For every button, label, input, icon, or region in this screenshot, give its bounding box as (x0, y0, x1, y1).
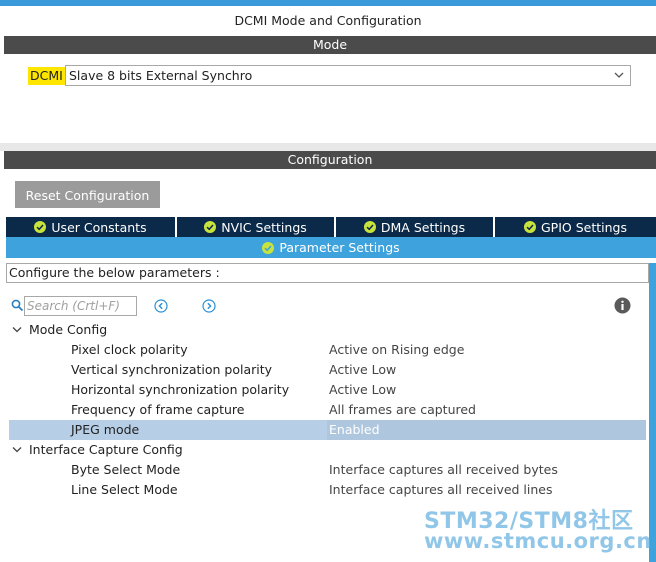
section-divider (0, 143, 656, 151)
peripheral-label: DCMI (28, 67, 65, 85)
configuration-section-header: Configuration (4, 151, 656, 169)
group-interface-capture-config[interactable]: Interface Capture Config (9, 440, 646, 460)
check-circle-icon (34, 221, 47, 233)
param-value: Interface captures all received bytes (329, 462, 558, 477)
group-label: Interface Capture Config (29, 442, 183, 457)
param-name: Vertical synchronization polarity (71, 362, 273, 377)
param-value: All frames are captured (329, 402, 476, 417)
tab-user-constants[interactable]: User Constants (6, 217, 177, 237)
configure-hint: Configure the below parameters : (6, 263, 649, 283)
next-match-icon[interactable] (202, 299, 216, 313)
param-value: Active Low (329, 362, 397, 377)
param-name: Byte Select Mode (71, 462, 181, 477)
param-name: Horizontal synchronization polarity (71, 382, 290, 397)
param-value[interactable]: Enabled (329, 420, 380, 440)
tab-label: GPIO Settings (541, 219, 627, 235)
chevron-down-icon (12, 327, 22, 333)
tab-label: NVIC Settings (221, 219, 307, 235)
search-icon (11, 299, 24, 312)
vertical-scrollbar[interactable] (649, 263, 656, 562)
chevron-down-icon (614, 72, 624, 78)
param-name: JPEG mode (71, 422, 140, 437)
chevron-down-icon (12, 447, 22, 453)
tab-label: Parameter Settings (279, 240, 400, 255)
param-row[interactable]: Byte Select Mode Interface captures all … (9, 460, 646, 480)
param-row[interactable]: Horizontal synchronization polarity Acti… (9, 380, 646, 400)
info-icon[interactable] (614, 297, 631, 314)
check-circle-icon (363, 221, 376, 233)
mode-dropdown-value: Slave 8 bits External Synchro (69, 68, 253, 83)
page-title: DCMI Mode and Configuration (234, 13, 422, 28)
param-row-selected[interactable]: JPEG mode Enabled (9, 420, 646, 440)
reset-configuration-button[interactable]: Reset Configuration (15, 181, 160, 208)
mode-section-header: Mode (4, 36, 656, 54)
group-mode-config[interactable]: Mode Config (9, 320, 646, 340)
tab-dma-settings[interactable]: DMA Settings (336, 217, 495, 237)
param-value: Interface captures all received lines (329, 482, 553, 497)
param-name: Pixel clock polarity (71, 342, 188, 357)
param-row[interactable]: Frequency of frame capture All frames ar… (9, 400, 646, 420)
mode-dropdown[interactable]: Slave 8 bits External Synchro (65, 65, 631, 86)
param-value: Active Low (329, 382, 397, 397)
param-row[interactable]: Line Select Mode Interface captures all … (9, 480, 646, 500)
check-circle-icon (524, 221, 536, 233)
settings-tabs: User Constants NVIC Settings DMA Setting… (6, 217, 656, 237)
tab-label: User Constants (51, 219, 147, 235)
window-top-accent (0, 0, 656, 6)
watermark-url: www.stmcu.org.cn (424, 529, 652, 553)
param-value: Active on Rising edge (329, 342, 465, 357)
tab-gpio-settings[interactable]: GPIO Settings (495, 217, 656, 237)
param-row[interactable]: Vertical synchronization polarity Active… (9, 360, 646, 380)
tab-nvic-settings[interactable]: NVIC Settings (177, 217, 336, 237)
previous-match-icon[interactable] (154, 299, 168, 313)
param-name: Line Select Mode (71, 482, 178, 497)
search-input[interactable] (24, 296, 137, 316)
group-label: Mode Config (29, 322, 108, 337)
check-circle-icon (262, 241, 275, 254)
param-name: Frequency of frame capture (71, 402, 245, 417)
tab-label: DMA Settings (380, 219, 466, 235)
tab-parameter-settings[interactable]: Parameter Settings (6, 237, 656, 258)
check-circle-icon (204, 221, 217, 233)
param-row[interactable]: Pixel clock polarity Active on Rising ed… (9, 340, 646, 360)
